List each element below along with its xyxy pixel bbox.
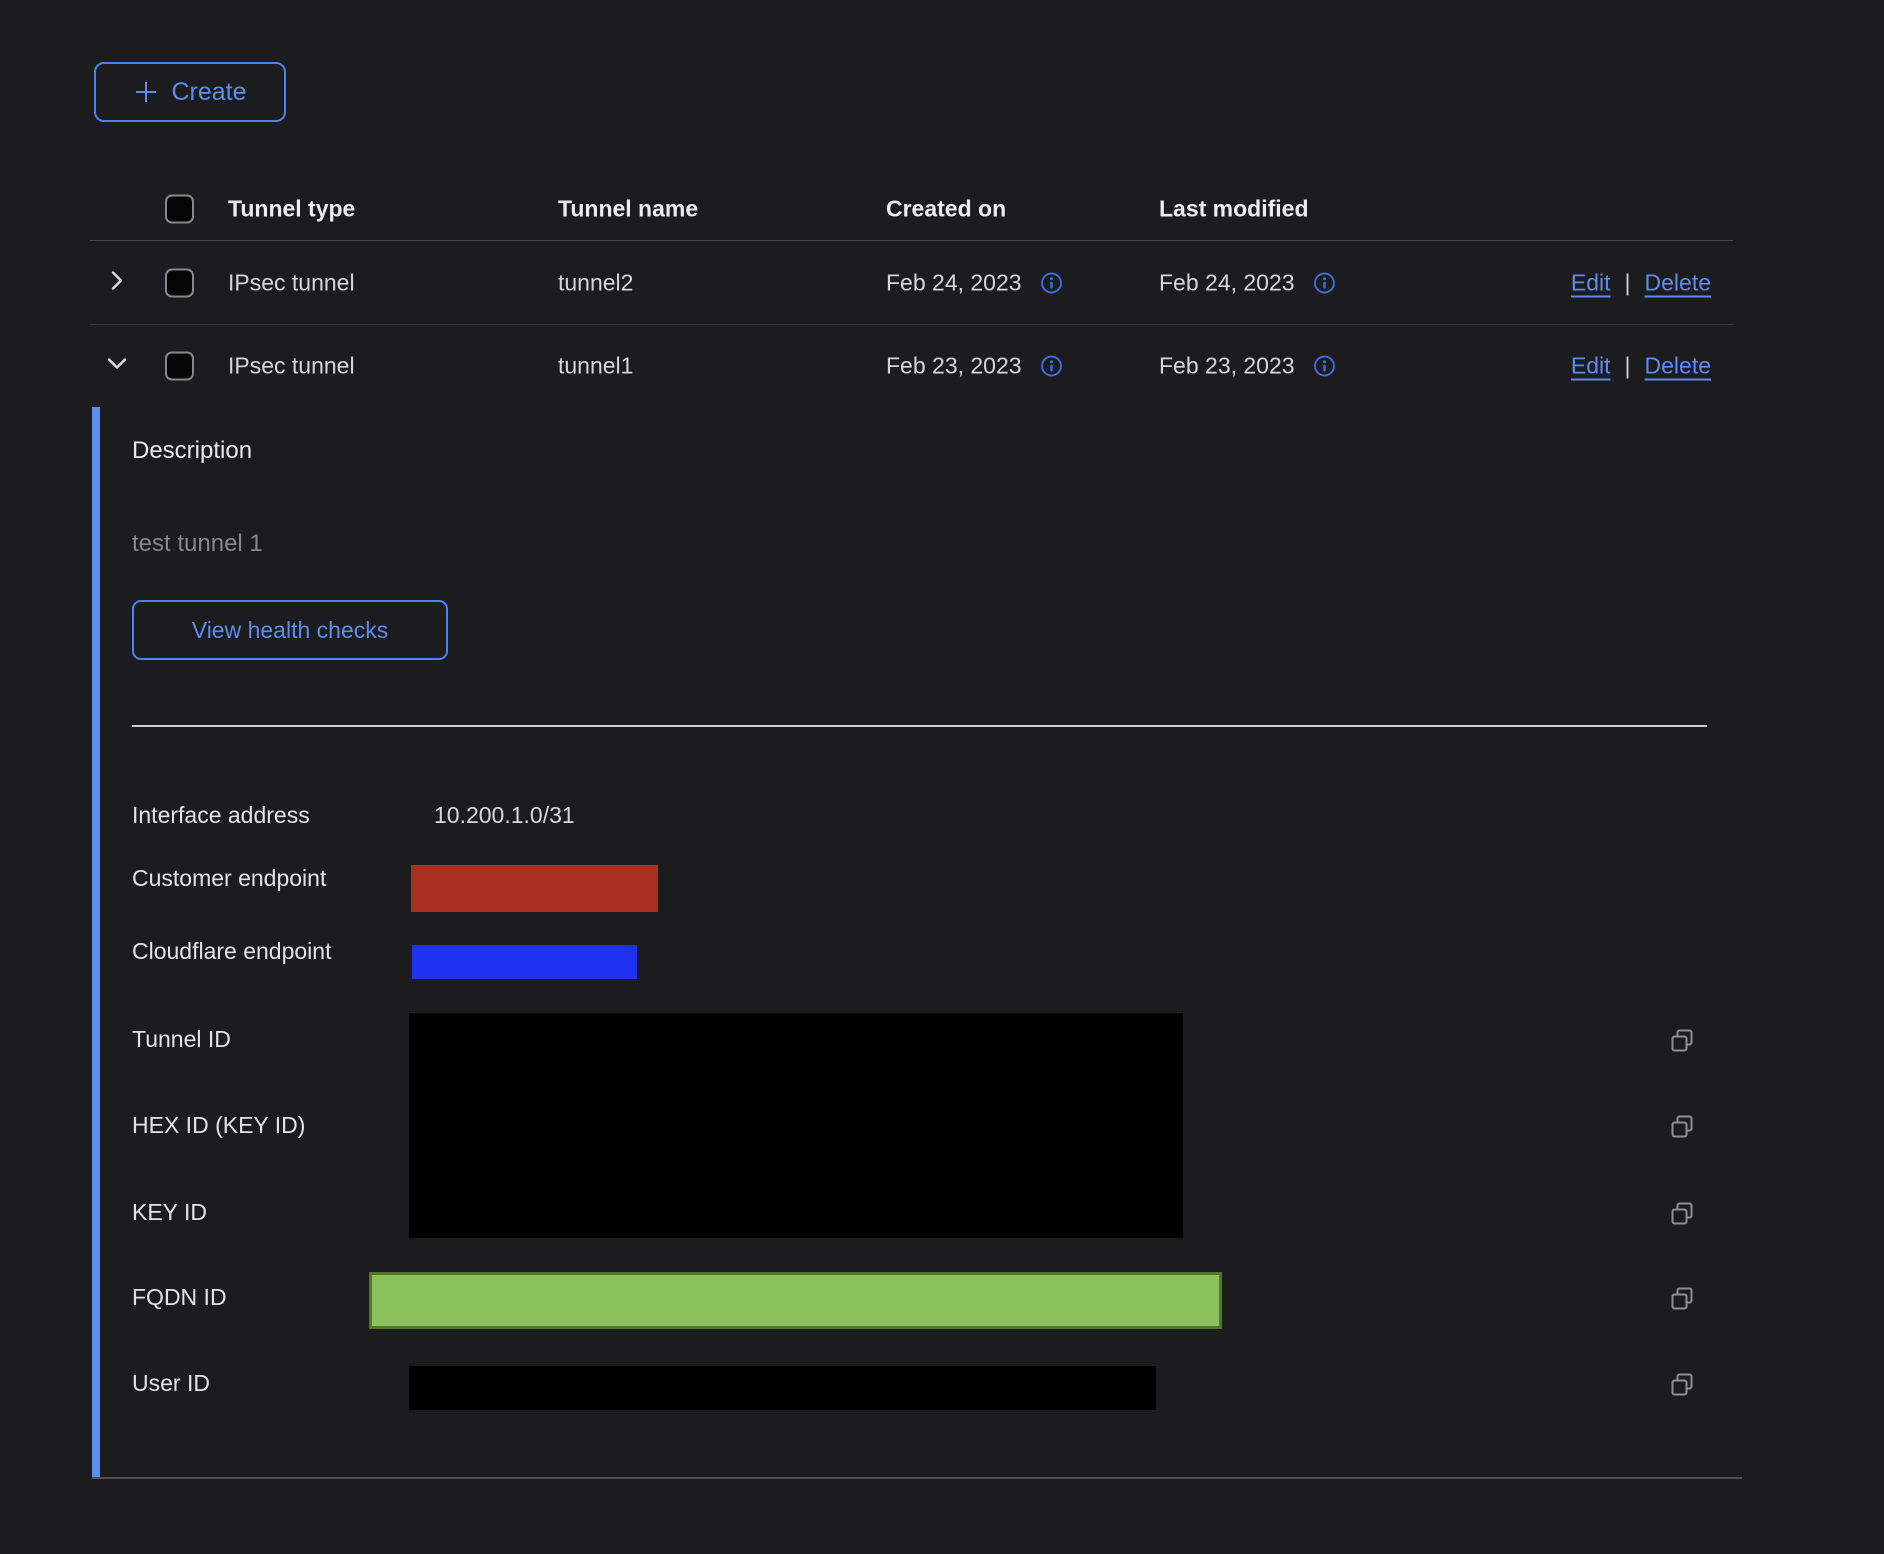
tunnels-page: Create Tunnel type Tunnel name Created o… — [0, 0, 1884, 1554]
info-icon[interactable] — [1040, 354, 1063, 377]
select-all-checkbox[interactable] — [165, 195, 194, 224]
expanded-row-accent-bar — [92, 407, 100, 1478]
tunnel-name-cell: tunnel1 — [558, 352, 633, 379]
tunnel-type-cell: IPsec tunnel — [228, 269, 355, 296]
view-health-checks-button[interactable]: View health checks — [132, 600, 448, 660]
row-checkbox[interactable] — [165, 351, 194, 380]
fqdn-id-label: FQDN ID — [132, 1284, 227, 1311]
interface-address-value: 10.200.1.0/31 — [434, 802, 575, 829]
tunnel-name-cell: tunnel2 — [558, 269, 633, 296]
create-button-label: Create — [171, 78, 246, 107]
table-header-row: Tunnel type Tunnel name Created on Last … — [90, 178, 1733, 241]
action-separator: | — [1625, 269, 1631, 296]
created-on-cell: Feb 23, 2023 — [886, 352, 1022, 379]
info-icon[interactable] — [1313, 354, 1336, 377]
tunnel-detail-panel: Description test tunnel 1 View health ch… — [92, 407, 1742, 1478]
info-icon[interactable] — [1040, 271, 1063, 294]
ids-redacted-value — [409, 1013, 1183, 1238]
tunnel-type-cell: IPsec tunnel — [228, 352, 355, 379]
copy-icon[interactable] — [1668, 1371, 1696, 1399]
copy-icon[interactable] — [1668, 1285, 1696, 1313]
copy-icon[interactable] — [1668, 1113, 1696, 1141]
description-value: test tunnel 1 — [132, 530, 263, 558]
info-icon[interactable] — [1313, 271, 1336, 294]
last-modified-cell: Feb 24, 2023 — [1159, 269, 1295, 296]
column-header-last-modified: Last modified — [1159, 196, 1309, 223]
column-header-tunnel-name: Tunnel name — [558, 196, 698, 223]
description-label: Description — [132, 437, 252, 465]
panel-bottom-divider — [92, 1477, 1742, 1479]
row-checkbox[interactable] — [165, 268, 194, 297]
column-header-created-on: Created on — [886, 196, 1006, 223]
delete-link[interactable]: Delete — [1645, 269, 1711, 296]
panel-divider — [132, 725, 1707, 727]
copy-icon[interactable] — [1668, 1027, 1696, 1055]
cloudflare-endpoint-redacted-value — [412, 945, 637, 979]
create-button[interactable]: Create — [94, 62, 286, 122]
action-separator: | — [1625, 352, 1631, 379]
chevron-down-icon[interactable] — [104, 350, 130, 381]
cloudflare-endpoint-label: Cloudflare endpoint — [132, 938, 331, 965]
user-id-label: User ID — [132, 1370, 210, 1397]
fqdn-id-redacted-value — [369, 1272, 1222, 1329]
table-row: IPsec tunnel tunnel2 Feb 24, 2023 Feb 24… — [90, 241, 1733, 325]
edit-link[interactable]: Edit — [1571, 352, 1611, 379]
created-on-cell: Feb 24, 2023 — [886, 269, 1022, 296]
tunnel-id-label: Tunnel ID — [132, 1026, 231, 1053]
customer-endpoint-redacted-value — [411, 865, 658, 912]
delete-link[interactable]: Delete — [1645, 352, 1711, 379]
copy-icon[interactable] — [1668, 1200, 1696, 1228]
chevron-right-icon[interactable] — [104, 267, 130, 298]
table-row: IPsec tunnel tunnel1 Feb 23, 2023 Feb 23… — [90, 325, 1733, 406]
key-id-label: KEY ID — [132, 1199, 207, 1226]
user-id-redacted-value — [409, 1366, 1156, 1410]
column-header-tunnel-type: Tunnel type — [228, 196, 355, 223]
plus-icon — [133, 79, 159, 105]
last-modified-cell: Feb 23, 2023 — [1159, 352, 1295, 379]
interface-address-label: Interface address — [132, 802, 310, 829]
hex-id-label: HEX ID (KEY ID) — [132, 1112, 305, 1139]
edit-link[interactable]: Edit — [1571, 269, 1611, 296]
customer-endpoint-label: Customer endpoint — [132, 865, 326, 892]
